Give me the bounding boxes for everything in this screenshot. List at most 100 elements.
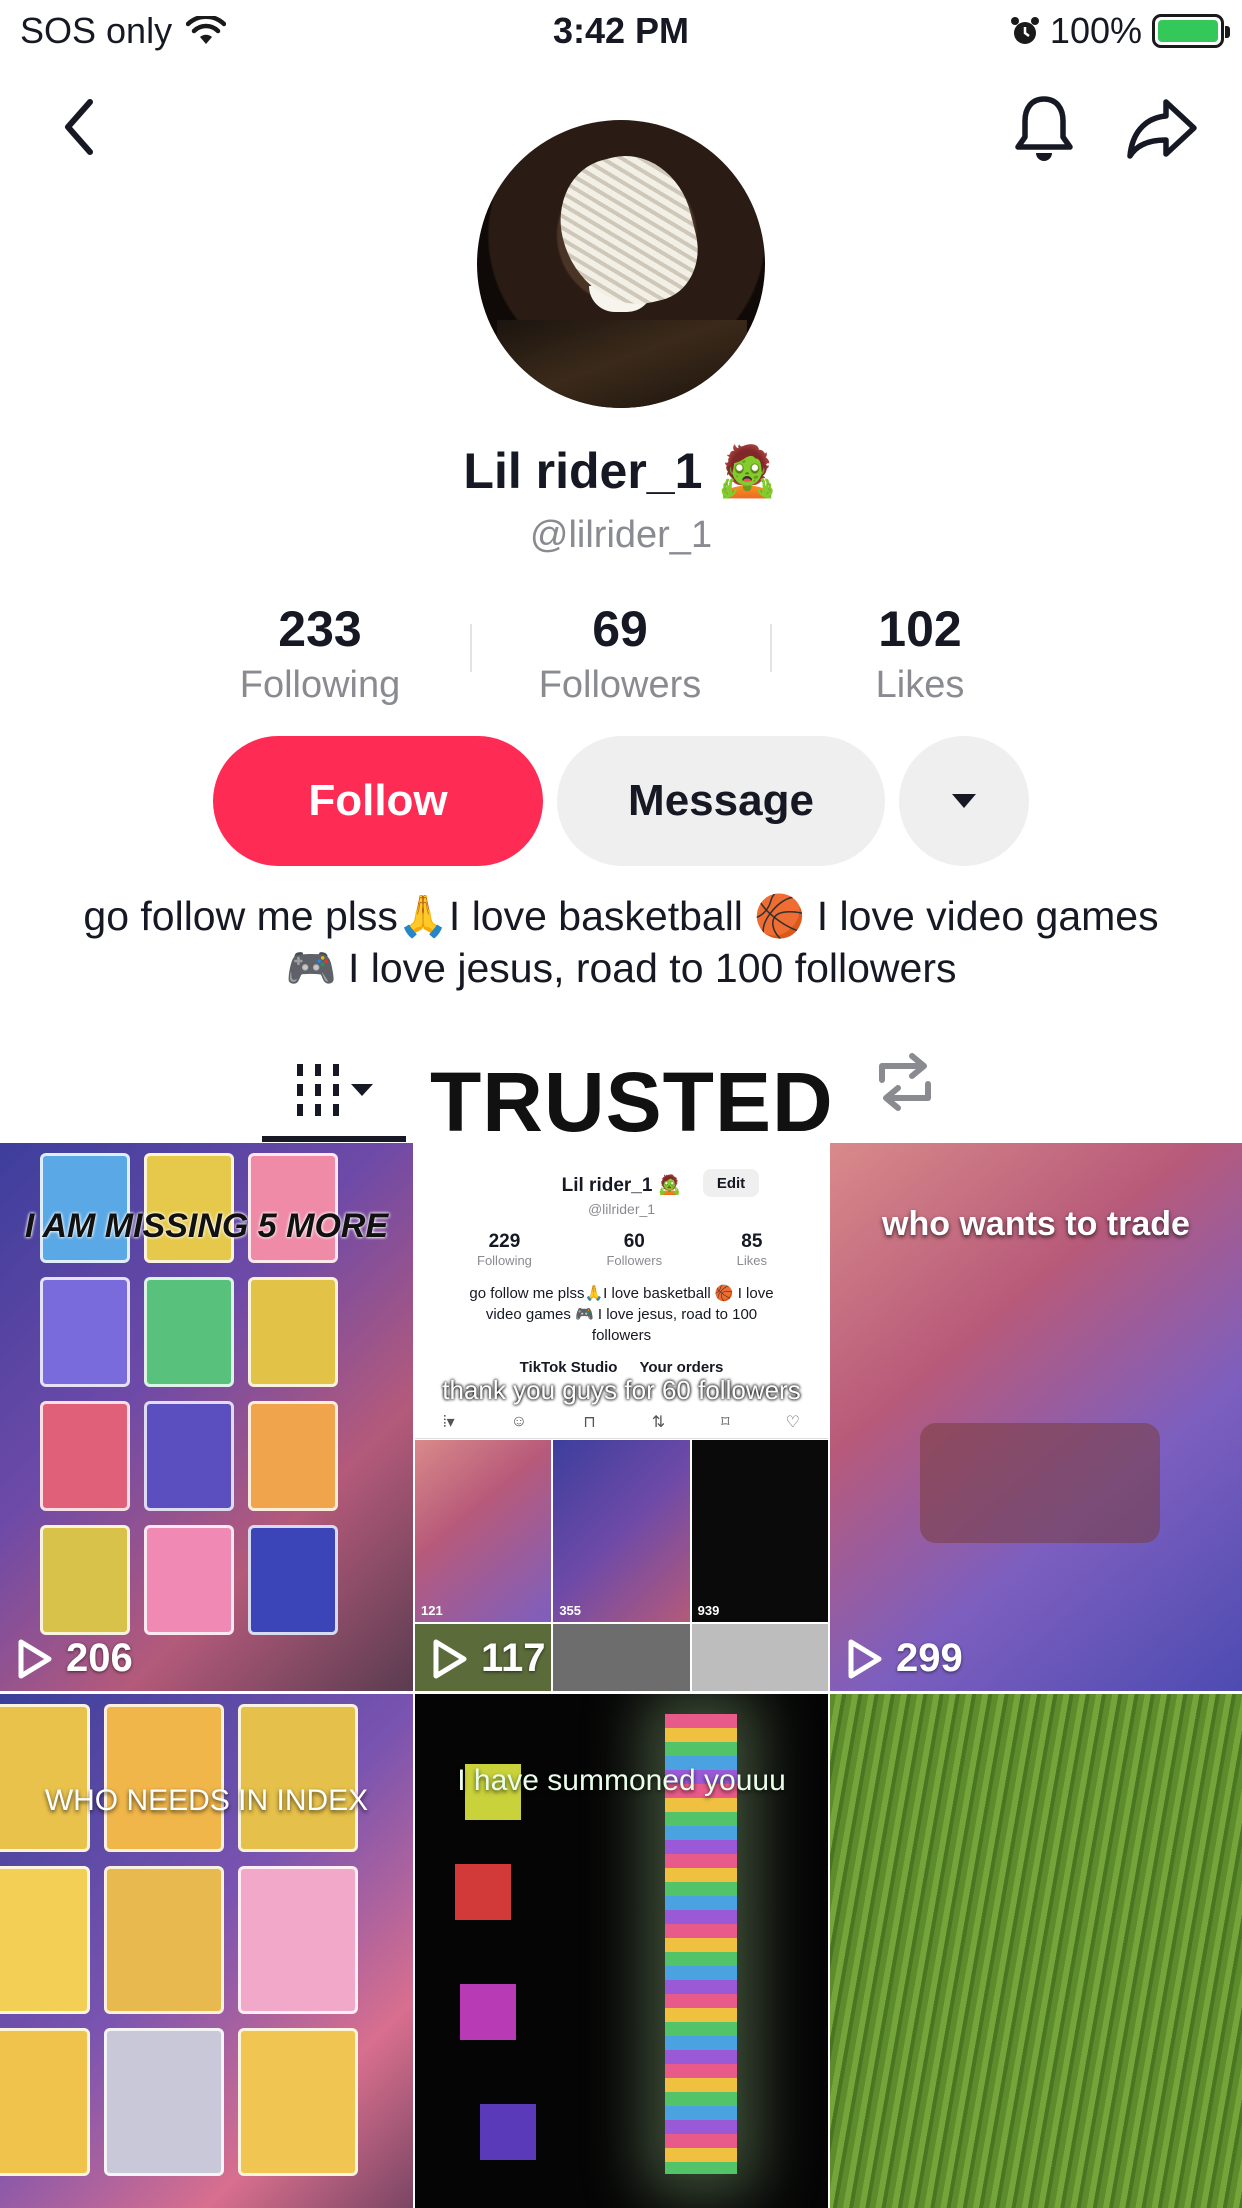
couch-shape [920, 1423, 1160, 1543]
view-count: 299 [846, 1636, 963, 1681]
mini-grid-icon: ⦙▾ [443, 1413, 455, 1431]
sprite-card [238, 2028, 358, 2176]
stat-followers[interactable]: 69 Followers [470, 600, 770, 710]
battery-level [1158, 20, 1218, 42]
mini-stat-value: 229 [488, 1231, 521, 1252]
stat-followers-label: Followers [538, 664, 702, 706]
share-arrow-icon [1127, 99, 1197, 159]
mini-thumb: 939 [691, 1440, 828, 1622]
video-tile[interactable]: I have summoned youuu 257 [415, 1694, 828, 2208]
avatar-jacket [497, 320, 747, 408]
mini-edit-label: Edit [703, 1169, 759, 1197]
mini-thumb: 355 [553, 1440, 690, 1622]
video-caption: who wants to trade [882, 1205, 1190, 1243]
view-count-value: 206 [66, 1636, 133, 1680]
video-tile[interactable]: who wants to trade 299 [830, 1143, 1242, 1691]
mini-stat-value: 85 [741, 1231, 763, 1252]
tab-active-indicator [262, 1136, 406, 1142]
stat-likes-value: 102 [878, 601, 962, 657]
stat-following[interactable]: 233 Following [170, 600, 470, 710]
video-tile[interactable]: 105 [830, 1694, 1242, 2208]
mini-studio-label: TikTok Studio [519, 1359, 618, 1376]
mini-stat-label: Likes [736, 1253, 767, 1268]
notification-button[interactable] [1008, 92, 1080, 164]
play-icon [848, 1639, 882, 1678]
video-caption: WHO NEEDS IN INDEX [44, 1784, 369, 1817]
view-count-value: 299 [896, 1636, 963, 1680]
status-right: 100% [1010, 10, 1230, 52]
more-options-button[interactable] [899, 736, 1029, 866]
view-count: 117 [431, 1636, 546, 1681]
share-button[interactable] [1124, 92, 1200, 164]
sprite-card [40, 1277, 130, 1387]
mini-stat-label: Followers [606, 1253, 663, 1268]
video-tile[interactable]: WHO NEEDS IN INDEX 487 [0, 1694, 413, 2208]
profile-stats: 233 Following 69 Followers 102 Likes [170, 600, 1072, 710]
sprite-cards [0, 1704, 358, 2176]
mini-stat: 229 Following [477, 1231, 532, 1268]
battery-percent: 100% [1049, 10, 1142, 51]
video-tile[interactable]: I AM MISSING 5 MORE 206 [0, 1143, 413, 1691]
status-bar: SOS only 3:42 PM 100% [0, 0, 1242, 62]
slime-block [480, 2104, 536, 2160]
battery-icon [1152, 14, 1230, 48]
slime-block [455, 1864, 511, 1920]
view-count-value: 117 [481, 1636, 546, 1680]
video-caption: I AM MISSING 5 MORE [24, 1207, 389, 1245]
play-icon [433, 1639, 467, 1678]
mini-profile-bio: go follow me plss🙏I love basketball 🏀 I … [469, 1285, 774, 1344]
sprite-card [40, 1525, 130, 1635]
avatar[interactable] [477, 120, 765, 408]
sprite-card [248, 1277, 338, 1387]
mini-stat-value: 60 [623, 1231, 645, 1252]
username: @lilrider_1 [529, 514, 713, 556]
chevron-left-icon [65, 99, 93, 155]
sprite-card [104, 1866, 224, 2014]
mini-lock-icon: ⊓ [583, 1413, 596, 1431]
sprite-card [248, 1401, 338, 1511]
mini-repost-icon: ⇅ [651, 1413, 666, 1431]
video-tile[interactable]: Lil rider_1 🧟 Edit @lilrider_1 229 Follo… [415, 1143, 828, 1691]
mini-orders-label: Your orders [639, 1359, 724, 1376]
avatar-glove [546, 142, 710, 320]
slime-block [460, 1984, 516, 2040]
video-grid: I AM MISSING 5 MORE 206 Lil rider_1 🧟 Ed… [0, 1143, 1242, 2208]
back-button[interactable] [48, 92, 108, 162]
play-icon [18, 1639, 52, 1678]
view-count: 206 [16, 1636, 133, 1681]
sprite-card [248, 1525, 338, 1635]
sprite-card [144, 1525, 234, 1635]
mini-thumb [553, 1624, 690, 1691]
stat-following-value: 233 [278, 601, 362, 657]
mini-thumb-views: 939 [697, 1603, 720, 1618]
alarm-icon [1010, 17, 1039, 44]
tab-reposts[interactable] [870, 1050, 940, 1119]
mini-profile-links: TikTok Studio Your orders [415, 1359, 828, 1376]
caret-down-icon [952, 794, 976, 808]
video-caption: thank you guys for 60 followers [442, 1375, 801, 1405]
display-name: Lil rider_1 🧟 [463, 443, 779, 499]
profile-tabs: TRUSTED [0, 1040, 1242, 1149]
sprite-card [104, 1704, 224, 1852]
mini-face-icon: ☺ [510, 1412, 528, 1430]
mini-thumb [691, 1624, 828, 1691]
stat-following-label: Following [239, 664, 401, 706]
mini-stat: 60 Followers [606, 1231, 662, 1268]
mini-profile-username: @lilrider_1 [587, 1201, 656, 1217]
profile-bio: go follow me plss🙏I love basketball 🏀 I … [83, 893, 1159, 991]
mini-bookmark-icon: ⌑ [721, 1413, 730, 1431]
mini-profile-stats: 229 Following 60 Followers 85 Likes [477, 1231, 767, 1268]
tab-videos[interactable] [262, 1052, 406, 1142]
mini-thumb-views: 355 [559, 1603, 582, 1618]
sprite-card [0, 1866, 90, 2014]
stat-divider [770, 624, 772, 672]
stat-likes[interactable]: 102 Likes [770, 600, 1070, 710]
grid-icon [297, 1064, 373, 1116]
overlay-text: TRUSTED [430, 1055, 834, 1149]
mini-profile-tabs: ⦙▾ ☺ ⊓ ⇅ ⌑ ♡ [415, 1405, 828, 1439]
mini-profile-name: Lil rider_1 🧟 [561, 1175, 682, 1196]
follow-button[interactable]: Follow [213, 736, 543, 866]
message-button[interactable]: Message [557, 736, 885, 866]
stat-followers-value: 69 [592, 601, 648, 657]
mini-heart-icon: ♡ [785, 1413, 800, 1431]
